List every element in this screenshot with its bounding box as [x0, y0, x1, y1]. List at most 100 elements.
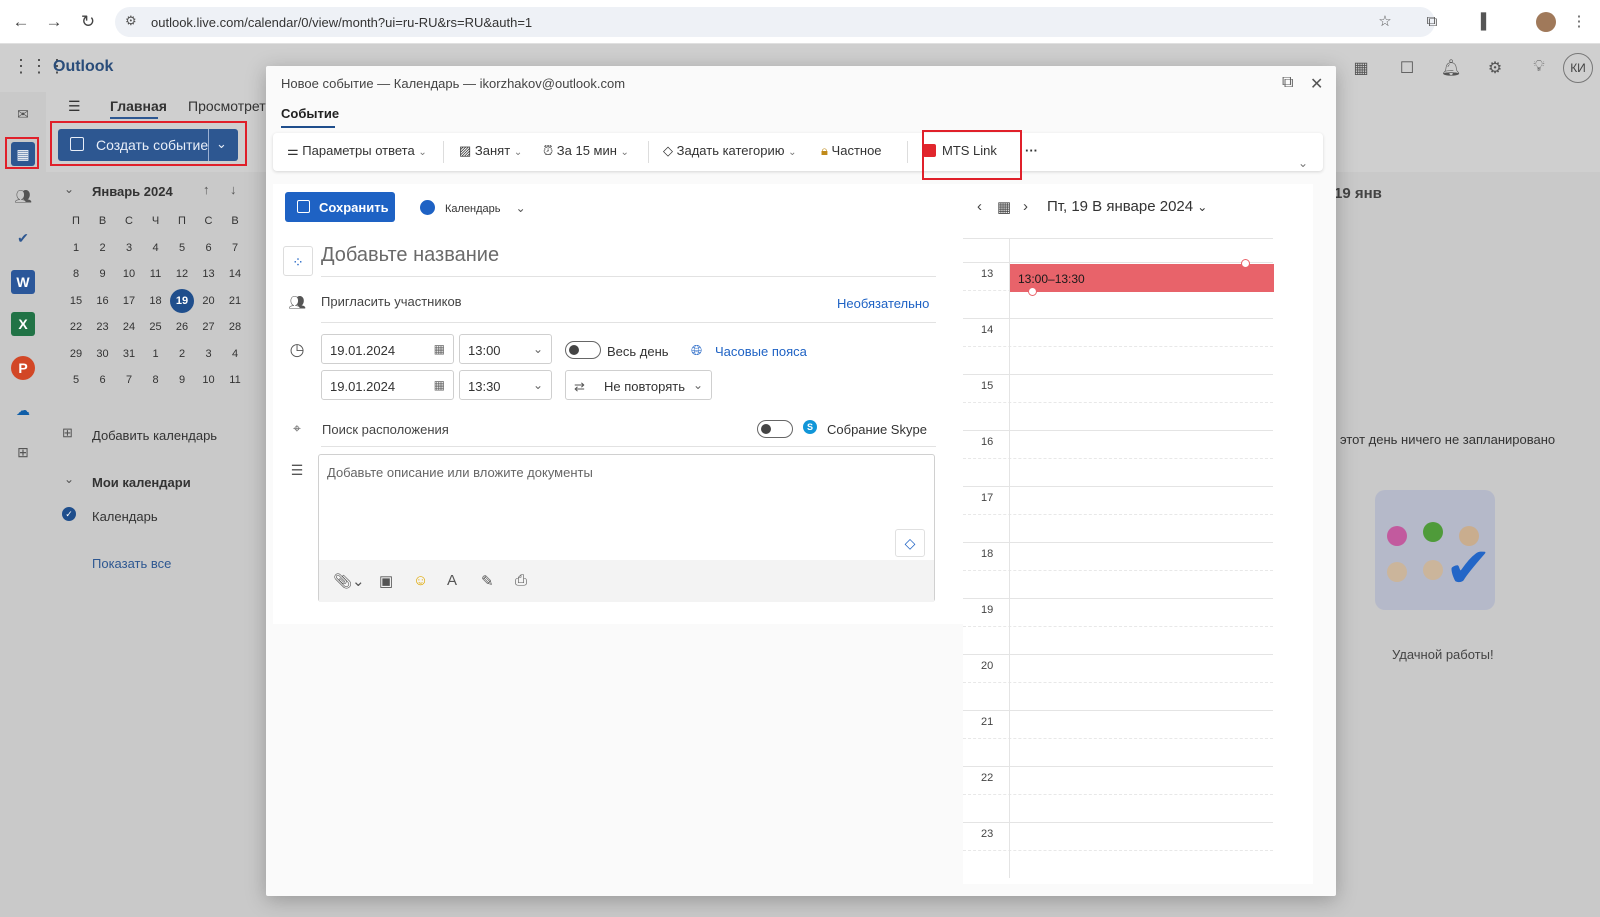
mini-calendar-day[interactable]: 4 — [144, 236, 168, 260]
mini-calendar-day[interactable]: 5 — [170, 236, 194, 260]
tab-home[interactable]: Главная — [110, 98, 167, 114]
emoji-icon[interactable]: ☺ — [413, 572, 428, 589]
chevron-down-icon[interactable]: ⌄ — [533, 378, 543, 392]
mini-calendar-day[interactable]: 8 — [144, 368, 168, 392]
site-settings-icon[interactable]: ⚙ — [125, 13, 137, 29]
mini-calendar-day[interactable]: 31 — [117, 342, 141, 366]
private-button[interactable]: 🔒︎ Частное — [821, 143, 882, 159]
mail-icon[interactable]: ✉ — [11, 102, 35, 126]
skype-toggle[interactable] — [757, 420, 793, 438]
calendar-name[interactable]: Календарь — [92, 509, 158, 524]
mini-calendar-day[interactable]: 27 — [197, 315, 221, 339]
prev-month-icon[interactable]: ↑ — [203, 182, 210, 197]
mini-calendar-day[interactable]: 13 — [197, 262, 221, 286]
bell-icon[interactable]: 🔔︎ — [1440, 58, 1462, 80]
end-time-field[interactable]: 13:30 ⌄ — [459, 370, 552, 400]
mini-calendar-day[interactable]: 17 — [117, 289, 141, 313]
reload-icon[interactable]: ↻ — [77, 11, 99, 33]
sidepanel-icon[interactable]: ▐ — [1470, 11, 1492, 33]
mini-calendar-day[interactable]: 22 — [64, 315, 88, 339]
mini-calendar-day[interactable]: 28 — [223, 315, 247, 339]
tab-view[interactable]: Просмотреть — [188, 98, 273, 114]
add-calendar-link[interactable]: Добавить календарь — [92, 428, 217, 443]
mini-calendar-day[interactable]: 12 — [170, 262, 194, 286]
location-input[interactable]: Поиск расположения — [322, 422, 449, 437]
dictate-icon[interactable]: ⎙ — [515, 572, 527, 589]
mini-calendar-day[interactable]: 10 — [197, 368, 221, 392]
end-date-field[interactable]: 19.01.2024 ▦ — [321, 370, 454, 400]
mini-calendar-day[interactable]: 4 — [223, 342, 247, 366]
more-apps-icon[interactable]: ⊞ — [11, 440, 35, 464]
close-icon[interactable]: ✕ — [1310, 74, 1323, 94]
tab-event[interactable]: Событие — [281, 106, 339, 121]
all-day-toggle[interactable] — [565, 341, 601, 359]
more-options-button[interactable]: ··· — [1025, 143, 1038, 158]
mini-calendar-day[interactable]: 2 — [91, 236, 115, 260]
mini-calendar-day[interactable]: 10 — [117, 262, 141, 286]
invite-input[interactable]: Пригласить участников — [321, 294, 462, 309]
mini-calendar-day[interactable]: 24 — [117, 315, 141, 339]
calendar-selector[interactable]: Календарь ⌄ — [445, 201, 526, 215]
browser-menu-icon[interactable]: ⋮ — [1568, 11, 1590, 33]
extensions-icon[interactable]: ⧉ — [1421, 11, 1443, 33]
mini-calendar-day[interactable]: 15 — [64, 289, 88, 313]
signature-icon[interactable]: ✎ — [481, 572, 494, 590]
reminder-button[interactable]: ⏰︎ За 15 мин ⌄ — [543, 143, 629, 159]
mini-calendar-day[interactable]: 2 — [170, 342, 194, 366]
todo-icon[interactable]: ✔ — [11, 226, 35, 250]
mini-calendar-day[interactable]: 9 — [91, 262, 115, 286]
user-avatar[interactable]: КИ — [1563, 53, 1593, 83]
prev-day-icon[interactable]: ‹ — [977, 198, 982, 215]
day-view-title[interactable]: Пт, 19 В январе 2024 ⌄ — [1047, 198, 1207, 215]
word-icon[interactable]: W — [11, 270, 35, 294]
mini-calendar-day[interactable]: 23 — [91, 315, 115, 339]
mini-calendar-day[interactable]: 14 — [223, 262, 247, 286]
mini-calendar-day[interactable]: 18 — [144, 289, 168, 313]
next-month-icon[interactable]: ↓ — [230, 182, 237, 197]
start-date-field[interactable]: 19.01.2024 ▦ — [321, 334, 454, 364]
collapse-chevron-icon[interactable]: ⌄ — [64, 182, 74, 196]
next-day-icon[interactable]: › — [1023, 198, 1028, 215]
back-icon[interactable]: ← — [10, 11, 32, 33]
chevron-down-icon[interactable]: ⌄ — [533, 342, 543, 356]
my-calendars-chevron-icon[interactable]: ⌄ — [64, 472, 74, 486]
category-button[interactable]: ◇ Задать категорию ⌄ — [663, 143, 796, 159]
mini-calendar-day[interactable]: 1 — [144, 342, 168, 366]
tasks-icon[interactable]: ☐ — [1396, 58, 1418, 80]
mini-calendar-day[interactable]: 7 — [117, 368, 141, 392]
gear-icon[interactable]: ⚙ — [1484, 58, 1506, 80]
mini-calendar-day[interactable]: 11 — [223, 368, 247, 392]
response-options-button[interactable]: ⚌ Параметры ответа ⌄ — [287, 143, 427, 159]
new-event-block[interactable]: 13:00–13:30 — [1010, 264, 1274, 292]
calendar-checkbox[interactable]: ✓ — [62, 507, 76, 521]
lightbulb-icon[interactable]: 💡︎ — [1528, 58, 1550, 80]
mini-calendar-day[interactable]: 5 — [64, 368, 88, 392]
mini-calendar-day[interactable]: 8 — [64, 262, 88, 286]
description-editor[interactable]: Добавьте описание или вложите документы … — [318, 454, 935, 602]
calendar-header-icon[interactable]: ▦ — [1350, 58, 1372, 80]
mini-calendar-day[interactable]: 26 — [170, 315, 194, 339]
mini-calendar-day[interactable]: 6 — [91, 368, 115, 392]
powerpoint-icon[interactable]: P — [11, 356, 35, 380]
bookmark-star-icon[interactable]: ☆ — [1374, 11, 1396, 33]
browser-profile-avatar[interactable] — [1536, 12, 1556, 32]
event-resize-handle-bottom[interactable] — [1028, 287, 1037, 296]
mini-calendar-day[interactable]: 9 — [170, 368, 194, 392]
hamburger-icon[interactable]: ☰ — [68, 98, 81, 115]
today-icon[interactable]: ▦ — [997, 198, 1011, 216]
optional-link[interactable]: Необязательно — [837, 296, 929, 311]
mini-calendar-day[interactable]: 16 — [91, 289, 115, 313]
attach-icon[interactable]: 📎︎⌄ — [333, 572, 365, 590]
mini-calendar-day[interactable]: 30 — [91, 342, 115, 366]
repeat-dropdown[interactable]: ⇄ Не повторять ⌄ — [565, 370, 712, 400]
start-time-field[interactable]: 13:00 ⌄ — [459, 334, 552, 364]
mini-calendar-day[interactable]: 11 — [144, 262, 168, 286]
mini-calendar-day[interactable]: 21 — [223, 289, 247, 313]
mini-calendar-day[interactable]: 3 — [197, 342, 221, 366]
mini-calendar-day[interactable]: 1 — [64, 236, 88, 260]
mini-calendar-day[interactable]: 6 — [197, 236, 221, 260]
mini-calendar-day[interactable]: 20 — [197, 289, 221, 313]
format-text-icon[interactable]: A — [447, 572, 457, 589]
save-button[interactable]: Сохранить — [285, 192, 395, 222]
mini-calendar-day[interactable]: 25 — [144, 315, 168, 339]
